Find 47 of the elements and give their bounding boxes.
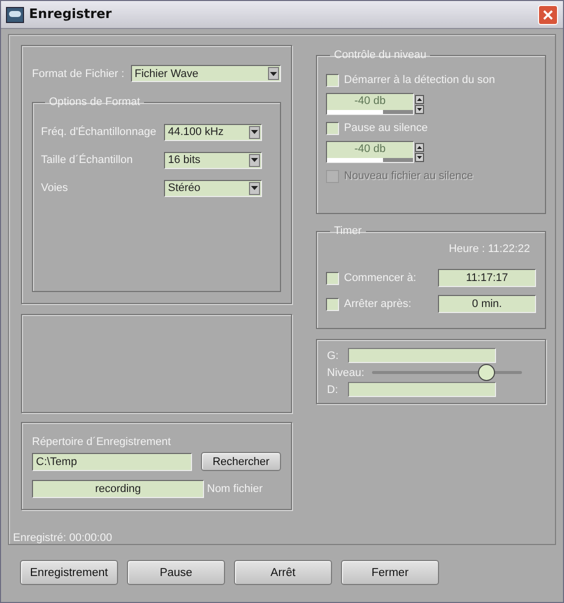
threshold-field[interactable]: -40 db xyxy=(326,141,414,163)
section-label: Répertoire d´Enregistrement xyxy=(32,436,172,448)
field-label: Format de Fichier : xyxy=(32,68,126,80)
channel-label: D: xyxy=(327,384,339,396)
time-field[interactable]: 11:17:17 xyxy=(438,269,536,287)
close-button[interactable] xyxy=(538,4,558,24)
window-title: Enregistrer xyxy=(29,7,113,22)
action-button[interactable]: Arrêt xyxy=(234,560,332,585)
close-icon[interactable] xyxy=(543,10,553,20)
option-dropdown[interactable]: 16 bits xyxy=(164,152,262,168)
filename-field[interactable]: recording xyxy=(32,480,204,498)
browse-button[interactable]: Rechercher xyxy=(201,452,281,471)
checkbox[interactable] xyxy=(326,74,339,86)
checkbox-label: Pause au silence xyxy=(344,122,428,134)
checkbox-label: Démarrer à la détection du son xyxy=(344,74,496,86)
threshold-field[interactable]: -40 db xyxy=(326,93,414,115)
option-dropdown[interactable]: Stéréo xyxy=(164,180,262,196)
checkbox-label: Nouveau fichier au silence xyxy=(344,170,474,182)
path-field[interactable]: C:\Temp xyxy=(32,452,192,470)
format-dropdown[interactable]: Fichier Wave xyxy=(130,65,281,82)
checkbox-label: Commencer à: xyxy=(344,272,418,284)
channel-label: G: xyxy=(327,350,340,362)
checkbox-label: Arrêter après: xyxy=(344,298,412,310)
clock-text: Heure : 11:22:22 xyxy=(448,243,530,255)
slider-label: Niveau: xyxy=(327,366,366,378)
action-button[interactable]: Pause xyxy=(127,560,225,585)
spin-down-icon[interactable] xyxy=(415,104,424,114)
spin-down-icon[interactable] xyxy=(415,152,424,162)
checkbox[interactable] xyxy=(326,298,339,310)
field-label: Voies xyxy=(41,182,69,194)
status-text: Enregistré: 00:00:00 xyxy=(13,532,114,544)
field-label: Taille d´Échantillon xyxy=(41,154,134,166)
time-field[interactable]: 0 min. xyxy=(438,295,536,313)
slider-thumb[interactable] xyxy=(478,364,495,381)
field-label: Nom fichier xyxy=(207,483,263,495)
spin-up-icon[interactable] xyxy=(415,94,424,104)
option-dropdown[interactable]: 44.100 kHz xyxy=(164,124,262,140)
checkbox[interactable] xyxy=(326,272,339,284)
group-title: Timer xyxy=(333,225,363,237)
spin-up-icon[interactable] xyxy=(415,142,424,152)
group-title: Contrôle du niveau xyxy=(333,49,428,61)
checkbox[interactable] xyxy=(326,122,339,134)
group-title: Options de Format xyxy=(48,96,142,108)
action-button[interactable]: Enregistrement xyxy=(20,560,118,585)
field-label: Fréq. d'Échantillonnage xyxy=(41,126,158,138)
action-button[interactable]: Fermer xyxy=(341,560,439,585)
app-icon xyxy=(6,6,24,22)
